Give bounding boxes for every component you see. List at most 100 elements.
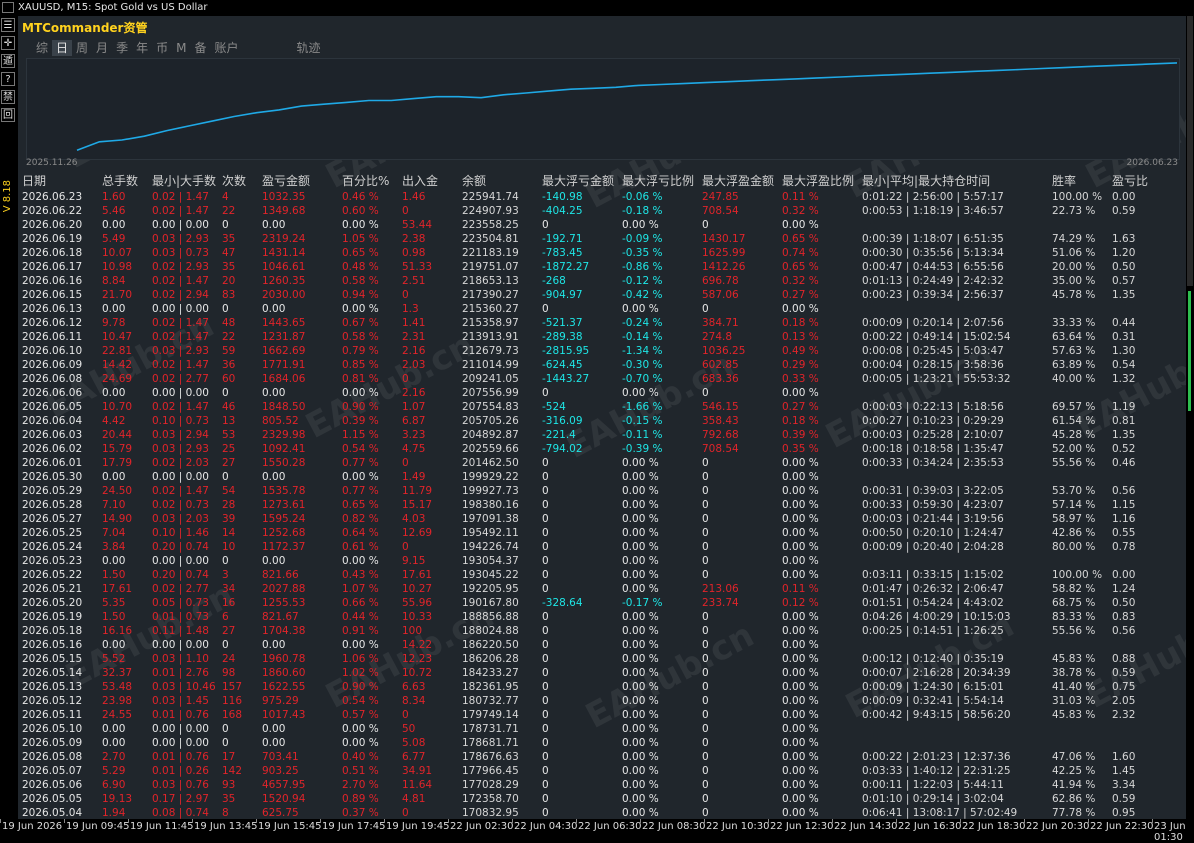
left-tool-button-4[interactable]: 禁 [1, 90, 15, 104]
table-row[interactable]: 2026.06.13 0.00 0.00 | 0.00 0 0.00 0.00 % 1.3 2… [18, 302, 1186, 316]
table-cell: 2026.05.13 [22, 681, 83, 693]
table-cell: -0.30 % [622, 359, 663, 371]
table-cell: 0.00 [262, 387, 286, 399]
column-header[interactable]: 次数 [222, 173, 246, 190]
table-row[interactable]: 2026.06.12 9.78 0.02 | 1.47 48 1443.65 0.67 %… [18, 316, 1186, 330]
column-header[interactable]: 最小|大手数 [152, 173, 216, 190]
table-row[interactable]: 2026.05.18 16.16 0.11 | 1.48 27 1704.38 0.91 … [18, 624, 1186, 638]
table-row[interactable]: 2026.05.16 0.00 0.00 | 0.00 0 0.00 0.00 % 14.2… [18, 638, 1186, 652]
table-cell: 2026.05.18 [22, 625, 83, 637]
table-cell: 0:00:27 | 0:10:23 | 0:29:29 [862, 415, 1004, 427]
table-row[interactable]: 2026.06.04 4.42 0.10 | 0.73 13 805.52 0.39 % 6… [18, 414, 1186, 428]
table-row[interactable]: 2026.05.07 5.29 0.01 | 0.26 142 903.25 0.51 %… [18, 764, 1186, 778]
table-row[interactable]: 2026.05.09 0.00 0.00 | 0.00 0 0.00 0.00 % 5.08… [18, 736, 1186, 750]
column-header[interactable]: 最大浮亏金额 [542, 173, 614, 190]
table-row[interactable]: 2026.06.22 5.46 0.02 | 1.47 22 1349.68 0.60 %… [18, 204, 1186, 218]
table-row[interactable]: 2026.06.18 10.07 0.03 | 0.73 47 1431.14 0.65 … [18, 246, 1186, 260]
column-header[interactable]: 总手数 [102, 173, 138, 190]
table-row[interactable]: 2026.06.19 5.49 0.03 | 2.93 35 2319.24 1.05 %… [18, 232, 1186, 246]
table-row[interactable]: 2026.05.08 2.70 0.01 | 0.76 17 703.41 0.40 % 6… [18, 750, 1186, 764]
column-header[interactable]: 出入金 [402, 173, 438, 190]
table-row[interactable]: 2026.06.17 10.98 0.02 | 2.93 35 1046.61 0.48 … [18, 260, 1186, 274]
chart-window-icon[interactable] [2, 2, 14, 13]
table-row[interactable]: 2026.05.30 0.00 0.00 | 0.00 0 0.00 0.00 % 1.49… [18, 470, 1186, 484]
table-row[interactable]: 2026.05.04 1.94 0.08 | 0.74 8 625.75 0.37 % 0 1… [18, 806, 1186, 820]
table-row[interactable]: 2026.06.23 1.60 0.02 | 1.47 4 1032.35 0.46 % 1… [18, 190, 1186, 204]
table-row[interactable]: 2026.06.15 21.70 0.02 | 2.94 83 2030.00 0.94 … [18, 288, 1186, 302]
table-cell: 0.02 | 2.94 [152, 289, 209, 301]
table-row[interactable]: 2026.06.08 24.69 0.02 | 2.77 60 1684.06 0.81 … [18, 372, 1186, 386]
column-header[interactable]: 最大浮盈比例 [782, 173, 854, 190]
table-row[interactable]: 2026.05.10 0.00 0.00 | 0.00 0 0.00 0.00 % 50 17… [18, 722, 1186, 736]
table-row[interactable]: 2026.06.03 20.44 0.03 | 2.94 53 2329.98 1.15 … [18, 428, 1186, 442]
left-tool-button-5[interactable]: 回 [1, 108, 15, 122]
window-title: XAUUSD, M15: Spot Gold vs US Dollar [18, 2, 208, 13]
column-header[interactable]: 盈亏金额 [262, 173, 310, 190]
tab-9[interactable]: 账户 [210, 40, 242, 56]
table-row[interactable]: 2026.06.06 0.00 0.00 | 0.00 0 0.00 0.00 % 2.16… [18, 386, 1186, 400]
table-row[interactable]: 2026.05.28 7.10 0.02 | 0.73 28 1273.61 0.65 %… [18, 498, 1186, 512]
tab-10[interactable]: 轨迹 [293, 40, 325, 56]
column-header[interactable]: 最大浮亏比例 [622, 173, 694, 190]
table-cell: 190167.80 [462, 597, 519, 609]
table-row[interactable]: 2026.05.25 7.04 0.10 | 1.46 14 1252.68 0.64 %… [18, 526, 1186, 540]
table-row[interactable]: 2026.05.15 5.52 0.03 | 1.10 24 1960.78 1.06 %… [18, 652, 1186, 666]
table-row[interactable]: 2026.05.29 24.50 0.02 | 1.47 54 1535.78 0.77 … [18, 484, 1186, 498]
left-tool-button-3[interactable]: ? [1, 72, 15, 86]
column-header[interactable]: 胜率 [1052, 173, 1076, 190]
table-row[interactable]: 2026.05.20 5.35 0.05 | 0.73 16 1255.53 0.66 %… [18, 596, 1186, 610]
table-row[interactable]: 2026.05.19 1.50 0.01 | 0.73 6 821.67 0.44 % 10… [18, 610, 1186, 624]
table-row[interactable]: 2026.06.01 17.79 0.02 | 2.03 27 1550.28 0.77 … [18, 456, 1186, 470]
left-tool-button-0[interactable]: ☰ [1, 18, 15, 32]
table-cell: 0.02 | 1.47 [152, 205, 209, 217]
table-row[interactable]: 2026.05.06 6.90 0.03 | 0.76 93 4657.95 2.70 %… [18, 778, 1186, 792]
table-cell: 224907.93 [462, 205, 519, 217]
column-header[interactable]: 百分比% [342, 173, 389, 190]
time-axis-label: 22 Jun 08:30 [642, 821, 706, 832]
table-cell: 0 [542, 807, 549, 819]
left-tool-button-2[interactable]: 遁 [1, 54, 15, 68]
tab-2[interactable]: 周 [72, 40, 92, 56]
time-axis-tick [832, 819, 833, 823]
tab-1[interactable]: 日 [52, 40, 73, 56]
left-tool-button-1[interactable]: ✛ [1, 36, 15, 50]
table-row[interactable]: 2026.06.02 15.79 0.03 | 2.93 25 1092.41 0.54 … [18, 442, 1186, 456]
table-row[interactable]: 2026.05.27 14.90 0.03 | 2.03 39 1595.24 0.82 … [18, 512, 1186, 526]
tab-4[interactable]: 季 [112, 40, 132, 56]
table-cell: 1172.37 [262, 541, 306, 553]
right-scrollbar[interactable] [1186, 16, 1194, 819]
column-header[interactable]: 余额 [462, 173, 486, 190]
tab-8[interactable]: 备 [190, 40, 210, 56]
table-row[interactable]: 2026.06.11 10.47 0.02 | 1.47 22 1231.87 0.58 … [18, 330, 1186, 344]
table-cell: 0:04:26 | 4:00:29 | 10:15:03 [862, 611, 1011, 623]
table-row[interactable]: 2026.05.12 23.98 0.03 | 1.45 116 975.29 0.54 … [18, 694, 1186, 708]
tab-6[interactable]: 币 [152, 40, 172, 56]
table-cell: 209241.05 [462, 373, 519, 385]
table-row[interactable]: 2026.05.23 0.00 0.00 | 0.00 0 0.00 0.00 % 9.15… [18, 554, 1186, 568]
tab-5[interactable]: 年 [132, 40, 152, 56]
table-row[interactable]: 2026.06.20 0.00 0.00 | 0.00 0 0.00 0.00 % 53.4… [18, 218, 1186, 232]
column-header[interactable]: 最大浮盈金额 [702, 173, 774, 190]
table-row[interactable]: 2026.06.10 22.81 0.03 | 2.93 59 1662.69 0.79 … [18, 344, 1186, 358]
table-row[interactable]: 2026.05.24 3.84 0.20 | 0.74 10 1172.37 0.61 %… [18, 540, 1186, 554]
table-row[interactable]: 2026.05.11 24.55 0.01 | 0.76 168 1017.43 0.57… [18, 708, 1186, 722]
table-row[interactable]: 2026.05.13 53.48 0.03 | 10.46 157 1622.55 0.9… [18, 680, 1186, 694]
table-cell: 178681.71 [462, 737, 519, 749]
table-row[interactable]: 2026.06.05 10.70 0.02 | 1.47 46 1848.50 0.90 … [18, 400, 1186, 414]
column-header[interactable]: 日期 [22, 173, 46, 190]
table-row[interactable]: 2026.05.22 1.50 0.20 | 0.74 3 821.66 0.43 % 17… [18, 568, 1186, 582]
scrollbar-thumb[interactable] [1187, 16, 1193, 286]
table-cell: 0:01:51 | 0:54:24 | 4:43:02 [862, 597, 1004, 609]
table-row[interactable]: 2026.05.14 32.37 0.01 | 2.76 98 1860.60 1.02 … [18, 666, 1186, 680]
table-row[interactable]: 2026.05.05 19.13 0.17 | 2.97 35 1520.94 0.89 … [18, 792, 1186, 806]
table-cell: 0 [222, 737, 229, 749]
column-header[interactable]: 最小|平均|最大持仓时间 [862, 173, 990, 190]
tab-7[interactable]: M [172, 40, 190, 56]
table-row[interactable]: 2026.06.09 14.42 0.02 | 1.47 36 1771.91 0.85 … [18, 358, 1186, 372]
table-row[interactable]: 2026.06.16 8.84 0.02 | 1.47 20 1260.35 0.58 %… [18, 274, 1186, 288]
table-cell: 1017.43 [262, 709, 306, 721]
tab-0[interactable]: 综 [32, 40, 52, 56]
tab-3[interactable]: 月 [92, 40, 112, 56]
table-row[interactable]: 2026.05.21 17.61 0.02 | 2.77 34 2027.88 1.07 … [18, 582, 1186, 596]
column-header[interactable]: 盈亏比 [1112, 173, 1148, 190]
